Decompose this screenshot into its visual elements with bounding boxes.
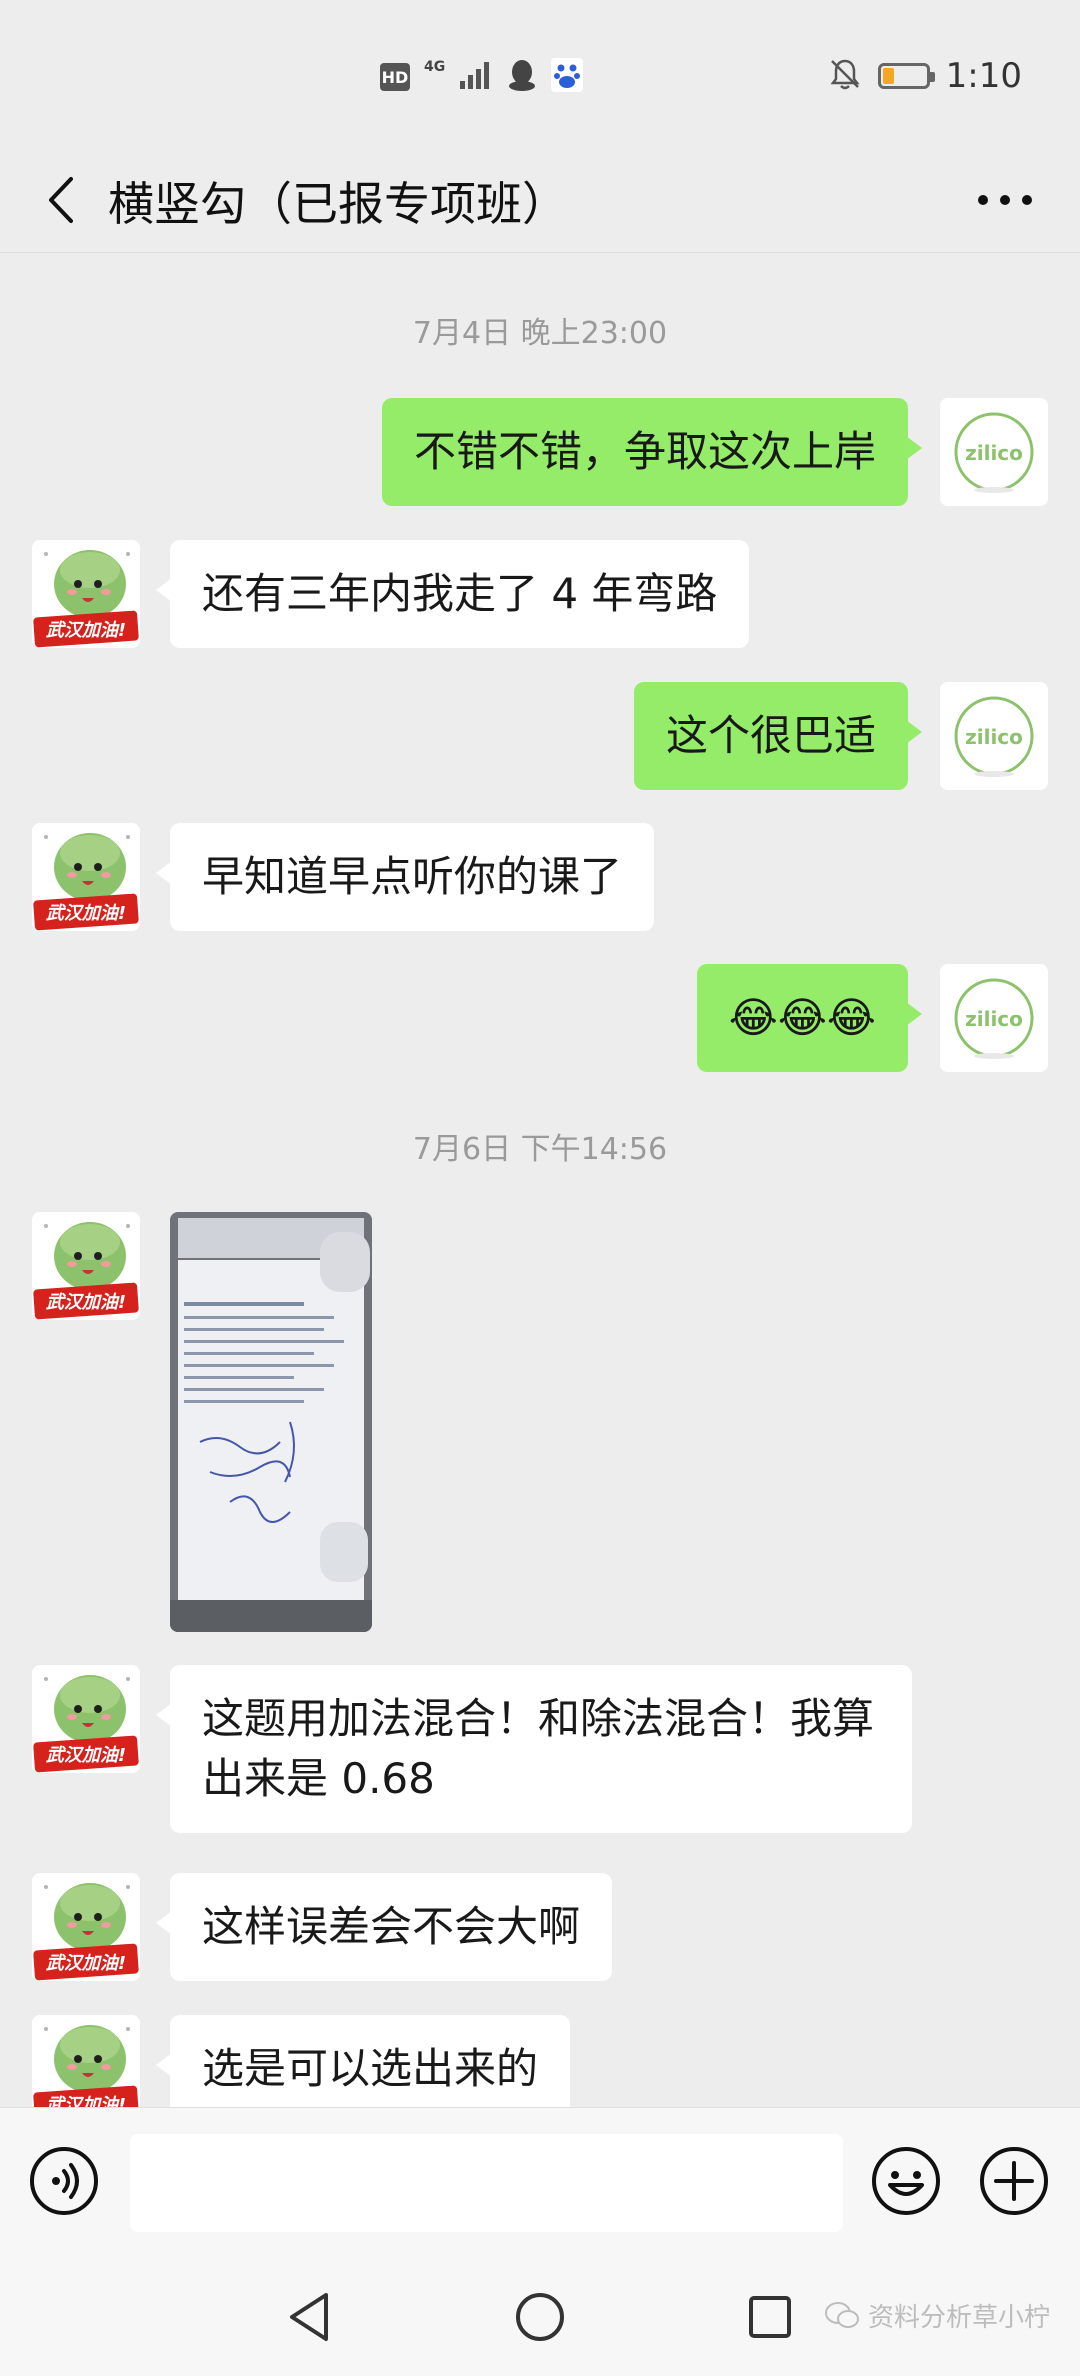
avatar[interactable] [32,540,140,648]
message-bubble-received[interactable]: 还有三年内我走了 4 年弯路 [155,540,750,648]
message-bubble-received[interactable]: 早知道早点听你的课了 [155,823,655,931]
back-button[interactable] [30,170,90,230]
nav-home-button[interactable] [508,2285,572,2349]
watermark-text: 资料分析草小柠 [867,2303,1050,2333]
plus-icon [980,2147,1048,2215]
avatar[interactable] [32,2015,140,2107]
voice-button[interactable] [28,2145,100,2217]
battery-icon [877,63,935,89]
signal-icon [459,61,493,93]
avatar[interactable] [940,964,1048,1072]
avatar[interactable] [940,682,1048,790]
baidu-icon [551,58,584,96]
chat-title: 横竖勾（已报专项班） [108,177,568,231]
avatar[interactable] [32,1873,140,1981]
emoji-button[interactable] [870,2145,942,2217]
message-bubble-sent[interactable]: 不错不错，争取这次上岸 [381,398,923,506]
avatar[interactable] [940,398,1048,506]
message-bubble-received[interactable]: 这样误差会不会大啊 [155,1873,613,1981]
avatar[interactable] [32,1665,140,1773]
network-type-label: 4G [424,59,446,75]
mute-icon [828,57,862,95]
watermark: 资料分析草小柠 [824,2297,1050,2334]
wechat-icon [824,2301,859,2328]
message-bubble-sent[interactable]: 这个很巴适 [633,682,923,790]
chat-header: 横竖勾（已报专项班） [0,150,1080,250]
timestamp: 7月6日 下午14:56 [412,1132,668,1167]
chat-message-list[interactable]: 7月4日 晚上23:00 不错不错，争取这次上岸 还有三年内我走了 4 年弯路 … [0,253,1080,2107]
system-nav-bar: 资料分析草小柠 [0,2257,1080,2376]
avatar[interactable] [32,823,140,931]
nav-recents-button[interactable] [738,2285,802,2349]
voice-icon [30,2147,98,2215]
hd-badge: HD [380,63,410,91]
status-icons-right: 1:10 [828,56,1022,96]
clock-time: 1:10 [945,56,1022,96]
message-bubble-received[interactable]: 这题用加法混合！和除法混合！我算出来是 0.68 [156,1665,912,1833]
emoji-icon [872,2147,940,2215]
more-functions-button[interactable] [978,2145,1050,2217]
square-recents-icon [749,2296,791,2338]
message-input-bar [0,2107,1080,2258]
timestamp: 7月4日 晚上23:00 [412,316,668,351]
battery-level-fill [882,68,895,84]
status-bar: HD 4G 1:10 [0,0,1080,150]
avatar[interactable] [32,1212,140,1320]
circle-home-icon [516,2293,564,2341]
triangle-back-icon [290,2293,328,2341]
status-icons-center: HD 4G [380,58,584,96]
image-message[interactable] [170,1212,372,1632]
more-options-button[interactable] [970,172,1040,228]
chevron-left-icon [49,177,73,223]
message-bubble-received[interactable]: 选是可以选出来的 [155,2015,571,2107]
qq-icon [507,58,537,96]
message-input[interactable] [130,2134,843,2232]
message-bubble-sent[interactable]: 😂😂😂 [696,964,923,1072]
more-dots-icon [978,195,1032,205]
nav-back-button[interactable] [278,2285,342,2349]
